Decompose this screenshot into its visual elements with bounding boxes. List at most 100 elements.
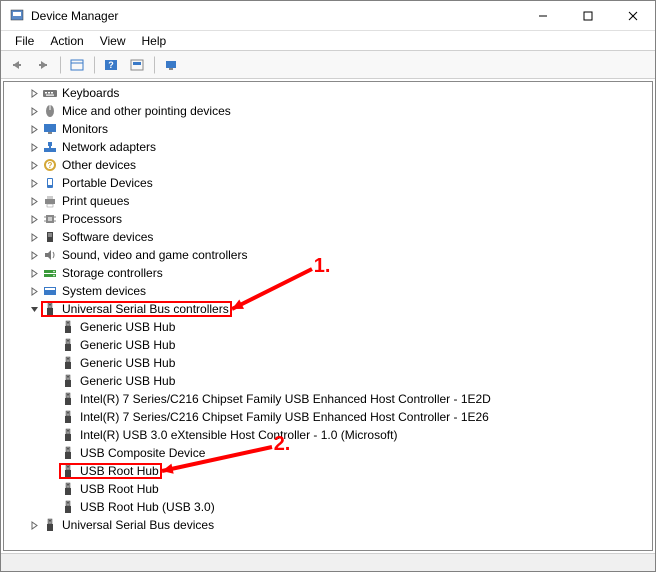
keyboard-icon bbox=[42, 86, 58, 100]
usb-icon bbox=[60, 320, 76, 334]
tree-item[interactable]: Intel(R) 7 Series/C216 Chipset Family US… bbox=[4, 408, 652, 426]
tree-item[interactable]: USB Root Hub bbox=[4, 462, 652, 480]
tree-item-label: Network adapters bbox=[62, 140, 156, 154]
tree-item[interactable]: Generic USB Hub bbox=[4, 354, 652, 372]
print-icon bbox=[42, 194, 58, 208]
tree-item-label: Mice and other pointing devices bbox=[62, 104, 231, 118]
tree-item[interactable]: System devices bbox=[4, 282, 652, 300]
tree-item-label: Universal Serial Bus devices bbox=[62, 518, 214, 532]
tree-item[interactable]: Print queues bbox=[4, 192, 652, 210]
no-expander bbox=[46, 393, 58, 405]
usb-icon bbox=[60, 446, 76, 460]
tree-item[interactable]: USB Root Hub (USB 3.0) bbox=[4, 498, 652, 516]
tree-item[interactable]: Processors bbox=[4, 210, 652, 228]
usb-icon bbox=[42, 518, 58, 532]
menu-action[interactable]: Action bbox=[42, 32, 91, 50]
no-expander bbox=[46, 465, 58, 477]
tree-item-label: Monitors bbox=[62, 122, 108, 136]
tree-item-label: System devices bbox=[62, 284, 146, 298]
tree-item[interactable]: Mice and other pointing devices bbox=[4, 102, 652, 120]
monitor-icon bbox=[42, 122, 58, 136]
close-button[interactable] bbox=[610, 1, 655, 30]
collapse-icon[interactable] bbox=[28, 303, 40, 315]
mouse-icon bbox=[42, 104, 58, 118]
tree-item-label: USB Root Hub bbox=[80, 464, 159, 478]
help-button[interactable]: ? bbox=[99, 54, 123, 76]
tree-item[interactable]: Monitors bbox=[4, 120, 652, 138]
expand-icon[interactable] bbox=[28, 249, 40, 261]
toolbar: ? bbox=[1, 51, 655, 79]
expand-icon[interactable] bbox=[28, 159, 40, 171]
tree-item[interactable]: Sound, video and game controllers bbox=[4, 246, 652, 264]
no-expander bbox=[46, 447, 58, 459]
no-expander bbox=[46, 483, 58, 495]
tree-item-label: USB Root Hub (USB 3.0) bbox=[80, 500, 215, 514]
usb-icon bbox=[60, 410, 76, 424]
tree-item-label: Keyboards bbox=[62, 86, 119, 100]
tree-item[interactable]: Software devices bbox=[4, 228, 652, 246]
scan-button[interactable] bbox=[125, 54, 149, 76]
expand-icon[interactable] bbox=[28, 105, 40, 117]
tree-item[interactable]: Universal Serial Bus devices bbox=[4, 516, 652, 534]
expand-icon[interactable] bbox=[28, 519, 40, 531]
tree-item-label: Other devices bbox=[62, 158, 136, 172]
expand-icon[interactable] bbox=[28, 195, 40, 207]
usb-icon bbox=[60, 374, 76, 388]
no-expander bbox=[46, 357, 58, 369]
no-expander bbox=[46, 501, 58, 513]
tree-item-label: Intel(R) 7 Series/C216 Chipset Family US… bbox=[80, 410, 489, 424]
tree-item[interactable]: Generic USB Hub bbox=[4, 372, 652, 390]
tree-item-label: Generic USB Hub bbox=[80, 374, 175, 388]
tree-item[interactable]: Intel(R) USB 3.0 eXtensible Host Control… bbox=[4, 426, 652, 444]
tree-item-label: Intel(R) 7 Series/C216 Chipset Family US… bbox=[80, 392, 491, 406]
cpu-icon bbox=[42, 212, 58, 226]
tree-item-label: Processors bbox=[62, 212, 122, 226]
usb-icon bbox=[60, 500, 76, 514]
tree-item[interactable]: USB Composite Device bbox=[4, 444, 652, 462]
tree-item-label: Intel(R) USB 3.0 eXtensible Host Control… bbox=[80, 428, 397, 442]
maximize-button[interactable] bbox=[565, 1, 610, 30]
menu-file[interactable]: File bbox=[7, 32, 42, 50]
tree-item[interactable]: Portable Devices bbox=[4, 174, 652, 192]
menu-view[interactable]: View bbox=[92, 32, 134, 50]
tree-item-label: Generic USB Hub bbox=[80, 338, 175, 352]
sound-icon bbox=[42, 248, 58, 262]
tree-item[interactable]: Generic USB Hub bbox=[4, 336, 652, 354]
app-icon bbox=[9, 8, 25, 24]
expand-icon[interactable] bbox=[28, 177, 40, 189]
properties-button[interactable] bbox=[65, 54, 89, 76]
expand-icon[interactable] bbox=[28, 231, 40, 243]
expand-icon[interactable] bbox=[28, 285, 40, 297]
tree-item[interactable]: USB Root Hub bbox=[4, 480, 652, 498]
back-button[interactable] bbox=[5, 54, 29, 76]
tree-item[interactable]: ? Other devices bbox=[4, 156, 652, 174]
tree-item[interactable]: Generic USB Hub bbox=[4, 318, 652, 336]
expand-icon[interactable] bbox=[28, 123, 40, 135]
usb-icon bbox=[42, 302, 58, 316]
tree-item[interactable]: Intel(R) 7 Series/C216 Chipset Family US… bbox=[4, 390, 652, 408]
tree-item-label: Print queues bbox=[62, 194, 129, 208]
no-expander bbox=[46, 429, 58, 441]
expand-icon[interactable] bbox=[28, 267, 40, 279]
tree-item[interactable]: Storage controllers bbox=[4, 264, 652, 282]
forward-button[interactable] bbox=[31, 54, 55, 76]
no-expander bbox=[46, 411, 58, 423]
menubar: File Action View Help bbox=[1, 31, 655, 51]
show-hidden-button[interactable] bbox=[159, 54, 183, 76]
expand-icon[interactable] bbox=[28, 87, 40, 99]
tree-item[interactable]: Universal Serial Bus controllers bbox=[4, 300, 652, 318]
tree-item[interactable]: Network adapters bbox=[4, 138, 652, 156]
tree-item[interactable]: Keyboards bbox=[4, 84, 652, 102]
usb-icon bbox=[60, 338, 76, 352]
expand-icon[interactable] bbox=[28, 141, 40, 153]
titlebar: Device Manager bbox=[1, 1, 655, 31]
usb-icon bbox=[60, 428, 76, 442]
usb-icon bbox=[60, 356, 76, 370]
system-icon bbox=[42, 284, 58, 298]
menu-help[interactable]: Help bbox=[134, 32, 175, 50]
minimize-button[interactable] bbox=[520, 1, 565, 30]
device-tree[interactable]: Keyboards Mice and other pointing devices… bbox=[3, 81, 653, 551]
other-icon: ? bbox=[42, 158, 58, 172]
portable-icon bbox=[42, 176, 58, 190]
expand-icon[interactable] bbox=[28, 213, 40, 225]
